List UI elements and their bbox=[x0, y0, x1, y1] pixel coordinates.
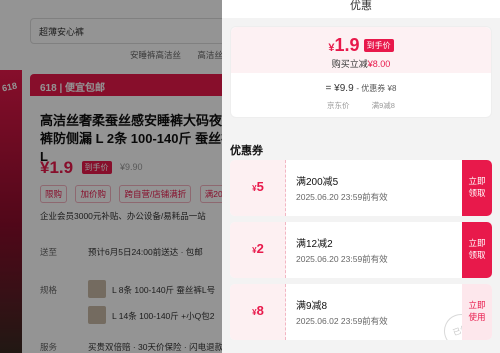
coupon-name: 满200减5 bbox=[296, 177, 339, 188]
buy-reduce-amount: ¥8.00 bbox=[367, 59, 391, 69]
buy-reduce-label: 购买立减 bbox=[331, 59, 368, 69]
coupon-name: 满9减8 bbox=[296, 301, 328, 312]
coupon-expiry: 2025.06.20 23:59前有效 bbox=[296, 192, 388, 202]
price-summary-header: ¥1.9 到手价 购买立减¥8.00 bbox=[231, 27, 491, 73]
calc-main: = ¥9.9 bbox=[325, 83, 354, 94]
coupon-amount: ¥8 bbox=[230, 302, 286, 320]
coupon-amount-box: ¥8 bbox=[230, 284, 286, 340]
coupon-amount-box: ¥5 bbox=[230, 160, 286, 216]
buy-reduce: 购买立减¥8.00 bbox=[231, 57, 491, 70]
coupon-amount-value: 2 bbox=[256, 241, 264, 256]
use-coupon-button[interactable]: 立即 使用 bbox=[462, 284, 492, 340]
price-calculation: = ¥9.9 - 优惠券 ¥8 bbox=[231, 83, 491, 94]
button-line: 领取 bbox=[468, 188, 486, 198]
coupon-name: 满12减2 bbox=[296, 239, 333, 250]
button-line: 立即 bbox=[468, 176, 486, 186]
coupon-expiry: 2025.06.02 23:59前有效 bbox=[296, 316, 388, 326]
coupon-expiry: 2025.06.20 23:59前有效 bbox=[296, 254, 388, 264]
claim-coupon-button[interactable]: 立即 领取 bbox=[462, 222, 492, 278]
claim-coupon-button[interactable]: 立即 领取 bbox=[462, 160, 492, 216]
button-line: 领取 bbox=[468, 250, 486, 260]
coupon-amount: ¥2 bbox=[230, 240, 286, 258]
coupon-amount-box: ¥2 bbox=[230, 222, 286, 278]
coupon-card: ¥5 满200减5 2025.06.20 23:59前有效 立即 领取 bbox=[230, 160, 492, 216]
final-price-badge: 到手价 bbox=[363, 39, 394, 52]
button-line: 立即 bbox=[468, 300, 486, 310]
button-line: 使用 bbox=[468, 312, 486, 322]
button-line: 立即 bbox=[468, 238, 486, 248]
dim-overlay[interactable] bbox=[0, 0, 222, 353]
coupon-amount-value: 5 bbox=[256, 179, 264, 194]
coupon-amount: ¥5 bbox=[230, 178, 286, 196]
coupon-section-title: 优惠券 bbox=[230, 145, 263, 157]
price-calculation-captions: 京东价 满9减8 bbox=[231, 100, 491, 111]
price-summary-card: ¥1.9 到手价 购买立减¥8.00 = ¥9.9 - 优惠券 ¥8 京东价 满9… bbox=[230, 26, 492, 118]
panel-title: 优惠 bbox=[222, 0, 500, 18]
final-price: ¥1.9 到手价 bbox=[231, 35, 491, 56]
calc-caption: 京东价 bbox=[327, 101, 350, 110]
calc-minus: - 优惠券 ¥8 bbox=[356, 84, 397, 93]
final-price-value: 1.9 bbox=[334, 35, 360, 55]
coupon-amount-value: 8 bbox=[256, 303, 264, 318]
calc-caption: 满9减8 bbox=[371, 101, 395, 110]
coupon-card: ¥8 满9减8 2025.06.02 23:59前有效 已领 立即 使用 bbox=[230, 284, 492, 340]
coupon-panel: 优惠 ¥1.9 到手价 购买立减¥8.00 = ¥9.9 - 优惠券 ¥8 京东价… bbox=[222, 0, 500, 353]
coupon-card: ¥2 满12减2 2025.06.20 23:59前有效 立即 领取 bbox=[230, 222, 492, 278]
